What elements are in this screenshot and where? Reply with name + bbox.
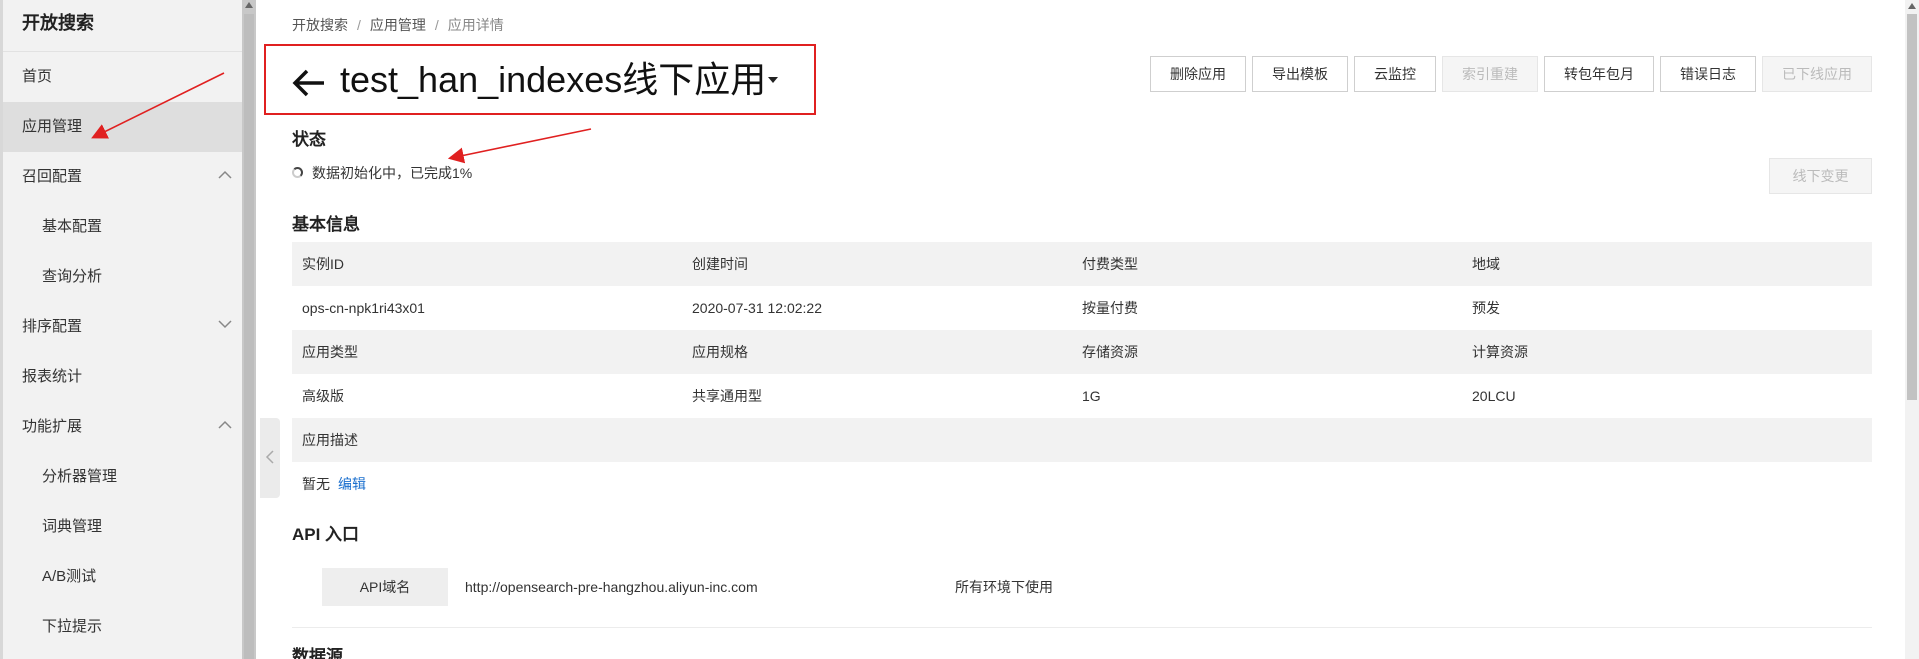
table-row: 应用类型 应用规格 存储资源 计算资源 — [292, 330, 1872, 374]
table-row: 暂无 编辑 — [292, 462, 1872, 506]
table-cell: 预发 — [1472, 300, 1500, 316]
table-cell: 2020-07-31 12:02:22 — [692, 300, 822, 316]
sidebar-item-label: A/B测试 — [42, 568, 97, 585]
sidebar-item-analyzer[interactable]: 分析器管理 — [3, 452, 242, 502]
sidebar-item-label: 下拉提示 — [42, 618, 103, 635]
sidebar-item-label: 应用管理 — [22, 118, 83, 135]
basic-info-heading: 基本信息 — [292, 215, 360, 234]
export-template-button[interactable]: 导出模板 — [1252, 56, 1348, 92]
edit-description-link[interactable]: 编辑 — [338, 476, 366, 492]
app-name[interactable]: test_han_indexes线下应用 — [340, 59, 766, 100]
table-cell: 地域 — [1472, 256, 1500, 272]
scroll-up-arrow-icon[interactable] — [245, 2, 253, 8]
chevron-up-icon[interactable] — [216, 152, 234, 202]
table-row: ops-cn-npk1ri43x01 2020-07-31 12:02:22 按… — [292, 286, 1872, 330]
status-row: 数据初始化中，已完成1% — [292, 163, 472, 183]
sidebar-item-dictionary[interactable]: 词典管理 — [3, 502, 242, 552]
page-title: test_han_indexes线下应用 — [292, 58, 779, 102]
sidebar-item-home[interactable]: 首页 — [3, 52, 242, 102]
back-arrow-icon[interactable] — [292, 64, 326, 97]
sidebar-item-label: 召回配置 — [22, 168, 83, 185]
sidebar-item-query-analysis[interactable]: 查询分析 — [3, 252, 242, 302]
sidebar-item-sort-config[interactable]: 排序配置 — [3, 302, 242, 352]
sidebar-item-label: 首页 — [22, 68, 53, 85]
breadcrumb-app-management[interactable]: 应用管理 — [370, 17, 426, 33]
chevron-up-icon[interactable] — [216, 402, 234, 452]
api-domain-value: http://opensearch-pre-hangzhou.aliyun-in… — [465, 579, 758, 595]
api-entry-row: API域名 http://opensearch-pre-hangzhou.ali… — [322, 568, 1053, 606]
page-scrollbar[interactable] — [1905, 0, 1919, 659]
api-heading: API 入口 — [292, 525, 360, 544]
table-cell: 实例ID — [302, 256, 344, 272]
rebuild-index-button[interactable]: 索引重建 — [1442, 56, 1538, 92]
sidebar-item-app-management[interactable]: 应用管理 — [3, 102, 242, 152]
sidebar: 开放搜索 首页 应用管理 召回配置 基本配置 查询分析 排序配置 报表统计 功能… — [0, 0, 242, 659]
table-cell: 按量付费 — [1082, 300, 1138, 316]
main-content: 开放搜索 / 应用管理 / 应用详情 test_han_indexes线下应用 删除应用… — [264, 0, 1872, 659]
table-cell: 高级版 — [302, 388, 344, 404]
breadcrumb-separator: / — [434, 17, 439, 33]
status-heading: 状态 — [292, 130, 326, 149]
breadcrumb-separator: / — [357, 17, 361, 33]
sidebar-item-ab-test[interactable]: A/B测试 — [3, 552, 242, 602]
status-text: 数据初始化中，已完成1% — [312, 165, 473, 181]
sidebar-item-basic-config[interactable]: 基本配置 — [3, 202, 242, 252]
table-cell: 1G — [1082, 388, 1101, 404]
sidebar-item-dropdown-hint[interactable]: 下拉提示 — [3, 602, 242, 652]
sidebar-item-label: 功能扩展 — [22, 418, 83, 435]
offline-change-button[interactable]: 线下变更 — [1769, 158, 1872, 194]
table-cell: 应用规格 — [692, 344, 748, 360]
datasource-heading: 数据源 — [292, 647, 343, 659]
action-toolbar: 删除应用 导出模板 云监控 索引重建 转包年包月 错误日志 已下线应用 — [1150, 56, 1872, 92]
api-domain-note: 所有环境下使用 — [955, 579, 1053, 595]
sidebar-item-extensions[interactable]: 功能扩展 — [3, 402, 242, 452]
page-scrollbar-thumb[interactable] — [1907, 14, 1917, 400]
sidebar-item-recall-config[interactable]: 召回配置 — [3, 152, 242, 202]
description-label: 应用描述 — [302, 432, 358, 448]
breadcrumb-current: 应用详情 — [447, 17, 504, 33]
scroll-up-arrow-icon[interactable] — [1908, 3, 1916, 9]
table-cell: 20LCU — [1472, 388, 1516, 404]
table-cell: 创建时间 — [692, 256, 748, 272]
table-cell: ops-cn-npk1ri43x01 — [302, 300, 425, 316]
table-cell: 应用类型 — [302, 344, 358, 360]
table-row: 高级版 共享通用型 1G 20LCU — [292, 374, 1872, 418]
offline-app-button[interactable]: 已下线应用 — [1762, 56, 1872, 92]
table-cell: 计算资源 — [1472, 344, 1528, 360]
sidebar-title: 开放搜索 — [3, 0, 242, 52]
api-domain-label: API域名 — [322, 568, 448, 606]
table-row: 应用描述 — [292, 418, 1872, 462]
caret-down-icon[interactable] — [768, 77, 779, 84]
table-cell: 存储资源 — [1082, 344, 1138, 360]
sidebar-item-label: 报表统计 — [22, 368, 83, 385]
sidebar-item-label: 基本配置 — [42, 218, 103, 235]
delete-app-button[interactable]: 删除应用 — [1150, 56, 1246, 92]
table-cell: 付费类型 — [1082, 256, 1138, 272]
breadcrumb: 开放搜索 / 应用管理 / 应用详情 — [292, 15, 504, 35]
description-value-cell: 暂无 编辑 — [292, 462, 1872, 506]
error-log-button[interactable]: 错误日志 — [1660, 56, 1756, 92]
sidebar-scrollbar-thumb[interactable] — [244, 14, 254, 659]
chevron-down-icon[interactable] — [216, 302, 234, 352]
cloud-monitor-button[interactable]: 云监控 — [1354, 56, 1436, 92]
sidebar-item-label: 查询分析 — [42, 268, 103, 285]
description-value: 暂无 — [302, 476, 330, 492]
sidebar-item-label: 分析器管理 — [42, 468, 118, 485]
sidebar-item-label: 排序配置 — [22, 318, 83, 335]
table-row: 实例ID 创建时间 付费类型 地域 — [292, 242, 1872, 286]
sidebar-item-label: 词典管理 — [42, 518, 103, 535]
sidebar-item-report-stats[interactable]: 报表统计 — [3, 352, 242, 402]
sidebar-collapse-button[interactable] — [260, 418, 280, 498]
chevron-left-icon — [265, 450, 274, 464]
loading-spinner-icon — [292, 166, 303, 178]
basic-info-table: 实例ID 创建时间 付费类型 地域 ops-cn-npk1ri43x01 202… — [292, 242, 1872, 506]
table-cell: 共享通用型 — [692, 388, 762, 404]
breadcrumb-home[interactable]: 开放搜索 — [292, 17, 348, 33]
convert-subscription-button[interactable]: 转包年包月 — [1544, 56, 1654, 92]
divider — [292, 627, 1872, 628]
